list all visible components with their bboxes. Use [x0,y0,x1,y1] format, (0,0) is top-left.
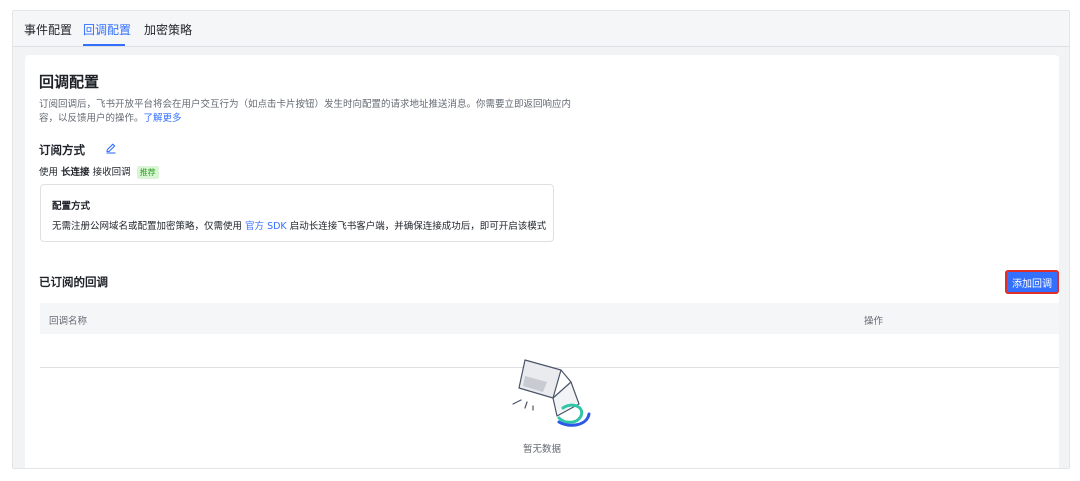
app-frame: 事件配置 回调配置 加密策略 回调配置 订阅回调后，飞书开放平台将会在用户交互行… [12,10,1070,469]
subscribed-callbacks-title: 已订阅的回调 [39,275,108,289]
edit-icon[interactable] [105,142,117,154]
learn-more-link[interactable]: 了解更多 [144,113,182,124]
active-tab-indicator [83,44,125,46]
tab-bar: 事件配置 回调配置 加密策略 [13,11,1069,47]
description-line-2: 容，以反馈用户的操作。 [39,113,144,124]
column-callback-name: 回调名称 [49,316,88,327]
config-text-after: 启动长连接飞书客户端，并确保连接成功后，即可开启该模式 [289,221,547,232]
usage-suffix: 接收回调 [92,167,131,178]
table-header: 回调名称 操作 [40,303,1059,334]
config-method-box: 配置方式 无需注册公网域名或配置加密策略，仅需使用 官方 SDK 启动长连接飞书… [40,184,554,242]
usage-prefix: 使用 [39,167,59,178]
page-description: 订阅回调后，飞书开放平台将会在用户交互行为（如点击卡片按钮）发生时向配置的请求地… [39,98,579,126]
usage-mode: 长连接 [61,167,90,178]
subscription-usage: 使用 长连接 接收回调 推荐 [39,164,159,179]
description-line-1: 订阅回调后，飞书开放平台将会在用户交互行为（如点击卡片按钮）发生时向配置的请求地… [39,99,572,110]
add-callback-button[interactable]: 添加回调 [1005,270,1059,294]
callback-config-card: 回调配置 订阅回调后，飞书开放平台将会在用户交互行为（如点击卡片按钮）发生时向配… [25,55,1059,468]
page-title: 回调配置 [39,73,100,91]
column-actions: 操作 [864,316,884,327]
tab-event-config[interactable]: 事件配置 [24,23,72,37]
tab-encryption-policy[interactable]: 加密策略 [144,23,192,37]
official-sdk-link[interactable]: 官方 SDK [245,221,287,232]
config-method-title: 配置方式 [52,201,91,212]
config-text-before: 无需注册公网域名或配置加密策略，仅需使用 [52,221,243,232]
empty-state-text: 暂无数据 [522,444,561,455]
config-method-text: 无需注册公网域名或配置加密策略，仅需使用 官方 SDK 启动长连接飞书客户端，并… [52,218,546,232]
tab-callback-config[interactable]: 回调配置 [83,23,131,37]
empty-box-illustration-icon [512,359,591,427]
subscription-method-title: 订阅方式 [39,143,85,157]
recommended-badge: 推荐 [136,166,159,179]
